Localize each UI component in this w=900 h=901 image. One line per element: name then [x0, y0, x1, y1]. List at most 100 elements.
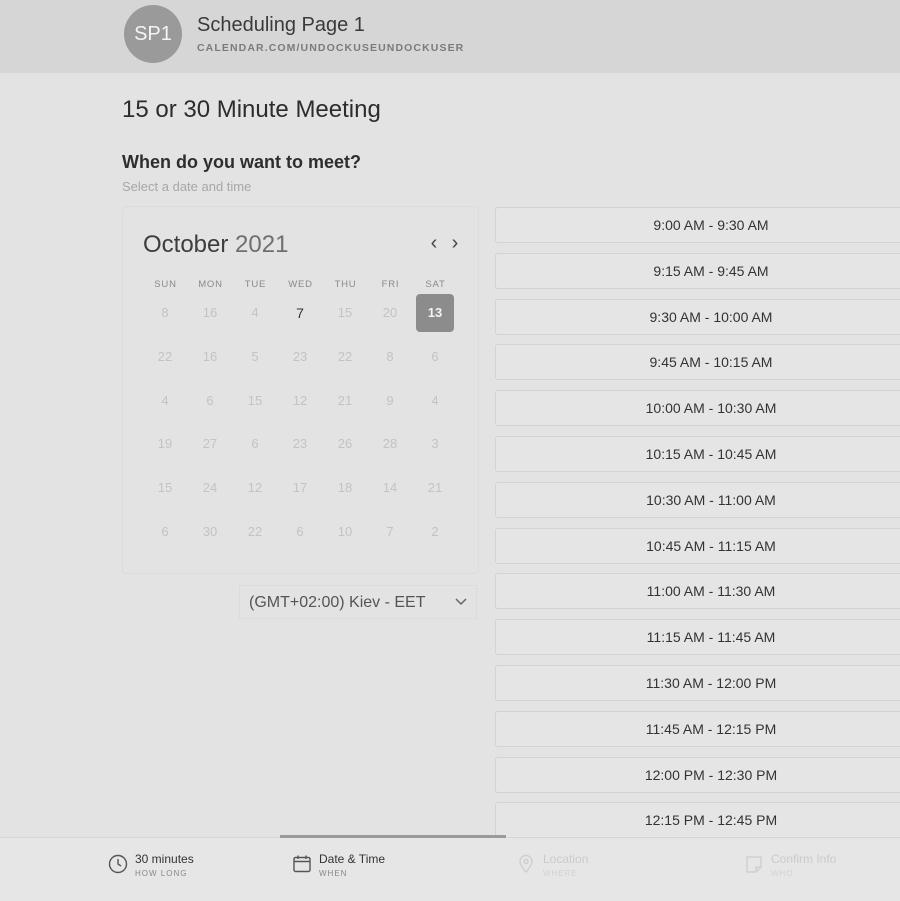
calendar-month-year: October 2021 [143, 231, 288, 259]
calendar-month: October [143, 231, 229, 258]
time-slot-label: 10:45 AM - 11:15 AM [646, 537, 776, 554]
calendar-day-disabled: 14 [382, 480, 398, 496]
calendar-day-disabled: 6 [296, 524, 304, 539]
note-icon [746, 856, 762, 873]
scheduling-page-url[interactable]: CALENDAR.COM/UNDOCKUSEUNDOCKUSER [197, 42, 464, 54]
calendar-day-disabled: 15 [337, 305, 353, 320]
avatar: SP1 [124, 5, 182, 63]
time-slot-label: 10:30 AM - 11:00 AM [646, 491, 776, 508]
calendar-day-available[interactable]: 7 [281, 294, 319, 332]
calendar-day-disabled: 22 [247, 524, 263, 539]
calendar-day-disabled: 21 [427, 480, 443, 496]
calendar-day-disabled: 24 [202, 480, 218, 496]
time-slot-label: 9:15 AM - 9:45 AM [653, 262, 769, 279]
calendar-day-disabled: 6 [431, 348, 439, 364]
calendar-day-disabled: 2 [431, 524, 439, 539]
time-slot-label: 12:00 PM - 12:30 PM [644, 766, 778, 783]
scheduling-page-name: Scheduling Page 1 [197, 14, 365, 36]
section-hint: Select a date and time [122, 179, 252, 194]
calendar-day-selected[interactable]: 13 [416, 294, 454, 332]
calendar-day-disabled: 26 [337, 436, 353, 452]
calendar-day-disabled: 12 [247, 480, 263, 496]
calendar-day-disabled: 15 [247, 392, 263, 408]
time-slot-button[interactable]: 9:30 AM - 10:00 AM [495, 298, 900, 335]
time-slot-label: 11:30 AM - 12:00 PM [645, 675, 777, 691]
weekday-label: MON [198, 279, 223, 290]
time-slot-button[interactable]: 9:15 AM - 9:45 AM [495, 252, 900, 289]
weekday-label: WED [288, 279, 313, 290]
calendar-year: 2021 [235, 231, 289, 258]
calendar-day-disabled: 17 [292, 480, 308, 496]
time-slot-button[interactable]: 11:30 AM - 12:00 PM [495, 665, 900, 701]
calendar-day-disabled: 16 [202, 348, 218, 364]
step-sublabel: WHEN [319, 869, 348, 878]
step-label: Date & Time [319, 852, 386, 866]
time-slot-button[interactable]: 9:45 AM - 10:15 AM [495, 344, 900, 381]
calendar-day-disabled: 7 [386, 524, 394, 539]
weekday-label: FRI [381, 279, 400, 290]
weekday-label: THU [334, 279, 357, 290]
calendar-day-disabled: 10 [337, 524, 353, 539]
calendar-icon [293, 855, 311, 873]
time-slot-button[interactable]: 11:15 AM - 11:45 AM [495, 619, 900, 656]
time-slot-button[interactable]: 11:00 AM - 11:30 AM [495, 573, 900, 610]
calendar-day-disabled: 8 [386, 348, 394, 364]
time-slot-label: 11:15 AM - 11:45 AM [646, 629, 776, 646]
clock-icon [108, 854, 128, 874]
calendar-day-disabled: 4 [431, 392, 439, 408]
time-slot-label: 11:00 AM - 11:30 AM [646, 583, 776, 600]
date-picker: October 2021 ‹ › SUN MON TUE WED THU FRI SAT 8… [122, 206, 479, 574]
calendar-day-disabled: 3 [431, 436, 439, 452]
chevron-down-icon [455, 598, 467, 606]
time-slot-label: 9:00 AM - 9:30 AM [653, 217, 769, 233]
calendar-day-disabled: 22 [337, 348, 353, 364]
time-slot-label: 9:45 AM - 10:15 AM [649, 354, 773, 371]
weekday-label: SUN [154, 279, 177, 290]
step-label: Confirm Info [771, 852, 837, 866]
time-slot-button[interactable]: 10:30 AM - 11:00 AM [495, 481, 900, 518]
calendar-day-disabled: 22 [157, 348, 173, 364]
timezone-value: (GMT+02:00) Kiev - EET [249, 594, 426, 611]
time-slot-button[interactable]: 10:45 AM - 11:15 AM [495, 527, 900, 564]
time-slot-label: 9:30 AM - 10:00 AM [649, 308, 773, 325]
time-slot-button[interactable]: 10:00 AM - 10:30 AM [495, 390, 900, 427]
step-sublabel: WHO [771, 869, 794, 878]
step-sublabel: WHERE [543, 869, 578, 878]
calendar-day-disabled: 12 [292, 392, 308, 408]
step-label: Location [543, 852, 589, 866]
location-pin-icon [519, 854, 533, 874]
calendar-day-disabled: 16 [202, 305, 218, 320]
chevron-right-icon[interactable]: › [446, 233, 464, 255]
section-heading: When do you want to meet? [122, 152, 361, 172]
calendar-day-disabled: 21 [337, 392, 353, 408]
calendar-day-disabled: 4 [161, 392, 169, 408]
booking-steps-bar: 30 minutes HOW LONG Date & Time WHEN Loc… [0, 837, 900, 901]
time-slot-label: 11:45 AM - 12:15 PM [645, 720, 777, 737]
time-slot-label: 10:00 AM - 10:30 AM [645, 400, 777, 417]
calendar-day-disabled: 9 [386, 392, 394, 408]
calendar-day-disabled: 19 [157, 436, 173, 452]
step-sublabel: HOW LONG [135, 869, 188, 878]
time-slot-label: 12:15 PM - 12:45 PM [644, 812, 778, 829]
time-slot-button[interactable]: 9:00 AM - 9:30 AM [495, 207, 900, 243]
time-slot-button[interactable]: 12:15 PM - 12:45 PM [495, 802, 900, 839]
calendar-day-disabled: 6 [206, 392, 214, 408]
calendar-day-disabled: 6 [251, 436, 259, 452]
active-step-indicator [280, 835, 506, 838]
time-slot-button[interactable]: 11:45 AM - 12:15 PM [495, 710, 900, 747]
weekday-label: TUE [244, 279, 267, 290]
time-slot-button[interactable]: 10:15 AM - 10:45 AM [495, 436, 900, 472]
calendar-day-disabled: 20 [382, 305, 398, 320]
step-label: 30 minutes [135, 852, 194, 866]
calendar-day-disabled: 5 [251, 348, 259, 364]
weekday-label: SAT [425, 279, 446, 290]
timezone-select[interactable]: (GMT+02:00) Kiev - EET [239, 585, 477, 619]
time-slot-button[interactable]: 12:00 PM - 12:30 PM [495, 756, 900, 793]
calendar-day-disabled: 23 [292, 348, 308, 364]
calendar-day-disabled: 4 [251, 305, 259, 320]
chevron-left-icon[interactable]: ‹ [425, 233, 443, 255]
calendar-day-disabled: 30 [202, 524, 218, 539]
calendar-day-disabled: 27 [202, 436, 218, 452]
calendar-day-disabled: 6 [161, 524, 169, 539]
time-slot-label: 10:15 AM - 10:45 AM [645, 446, 777, 462]
